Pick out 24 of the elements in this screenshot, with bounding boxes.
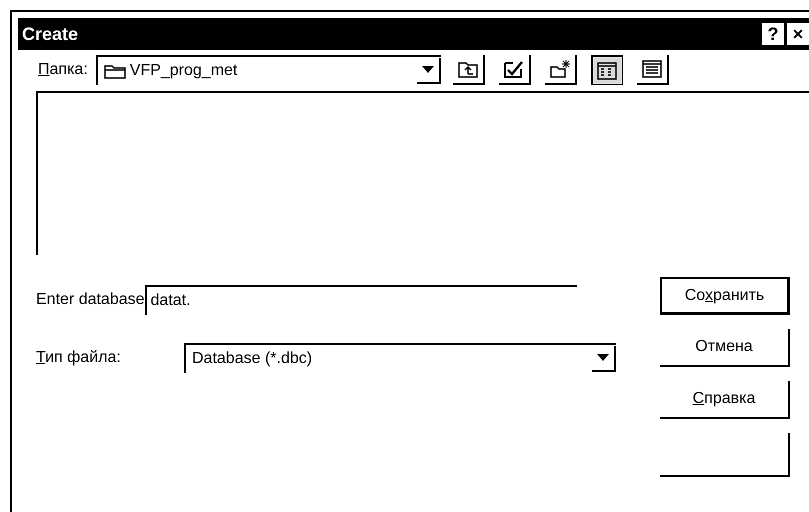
type-value: Database (*.dbc)	[192, 350, 312, 368]
list-view-icon	[596, 60, 618, 80]
check-pencil-icon	[502, 59, 525, 79]
dropdown-button[interactable]	[416, 58, 441, 84]
dialog-button[interactable]: Справка	[660, 381, 790, 419]
dialog-button[interactable]: Отмена	[660, 329, 790, 367]
folder-icon	[104, 63, 126, 79]
details-view-icon	[640, 59, 663, 79]
folder-name: VFP_prog_met	[130, 62, 238, 80]
dialog-button[interactable]: Сохранить	[660, 277, 790, 315]
folder-label: Папка:	[38, 61, 88, 79]
folder-dropdown[interactable]: VFP_prog_met	[96, 55, 441, 85]
dropdown-button[interactable]	[592, 346, 616, 372]
type-dropdown[interactable]: Database (*.dbc)	[184, 343, 616, 373]
new-folder-icon	[548, 59, 571, 79]
name-field[interactable]: datat.	[144, 285, 577, 315]
dropdown-arrow-icon	[597, 354, 609, 362]
list-button[interactable]	[590, 55, 623, 85]
type-label: Тип файла:	[36, 349, 122, 367]
dropdown-arrow-icon	[422, 66, 434, 74]
help-button[interactable]: ?	[762, 23, 784, 45]
name-label: Enter database	[36, 291, 145, 309]
window-title: Create	[22, 24, 78, 44]
close-button[interactable]: ×	[787, 23, 809, 45]
